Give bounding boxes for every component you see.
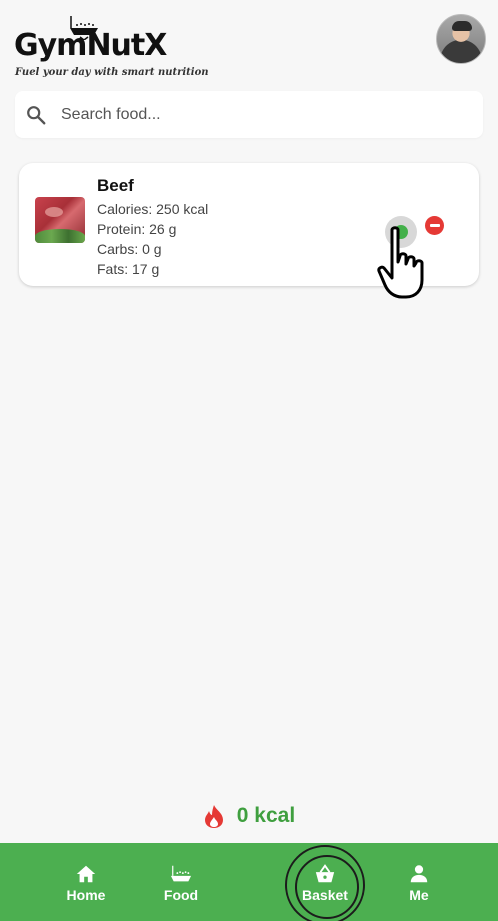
bottom-nav: Home Food Basket Me (0, 843, 498, 921)
food-name: Beef (97, 176, 134, 195)
nav-basket[interactable]: Basket (285, 843, 365, 921)
food-carbs: Carbs: 0 g (97, 241, 162, 257)
app-header: GymNutX Fuel your day with smart nutriti… (14, 12, 486, 82)
nav-food[interactable]: Food (141, 843, 221, 921)
tagline: Fuel your day with smart nutrition (15, 67, 209, 78)
logo-text: GymNutX (14, 28, 167, 63)
food-calories: Calories: 250 kcal (97, 201, 209, 217)
kcal-summary: 0 kcal (0, 804, 498, 828)
flame-icon (204, 805, 223, 828)
basket-icon (315, 864, 335, 883)
app-logo: GymNutX (14, 14, 214, 70)
nav-home[interactable]: Home (46, 843, 126, 921)
food-image (35, 197, 85, 243)
food-protein: Protein: 26 g (97, 221, 177, 237)
bowl-icon (170, 865, 192, 882)
search-bar[interactable] (15, 91, 483, 138)
pointer-hand-icon (377, 226, 424, 299)
search-input[interactable] (61, 105, 441, 124)
nav-food-label: Food (163, 887, 199, 903)
nav-basket-label: Basket (302, 887, 348, 903)
kcal-total: 0 kcal (236, 804, 296, 827)
person-icon (410, 865, 428, 883)
home-icon (76, 865, 96, 883)
avatar[interactable] (436, 14, 486, 64)
nav-me[interactable]: Me (379, 843, 459, 921)
search-icon (27, 105, 46, 124)
nav-home-label: Home (66, 887, 106, 903)
nav-me-label: Me (409, 887, 429, 903)
food-fats: Fats: 17 g (97, 261, 160, 277)
avatar-hair (452, 21, 472, 31)
